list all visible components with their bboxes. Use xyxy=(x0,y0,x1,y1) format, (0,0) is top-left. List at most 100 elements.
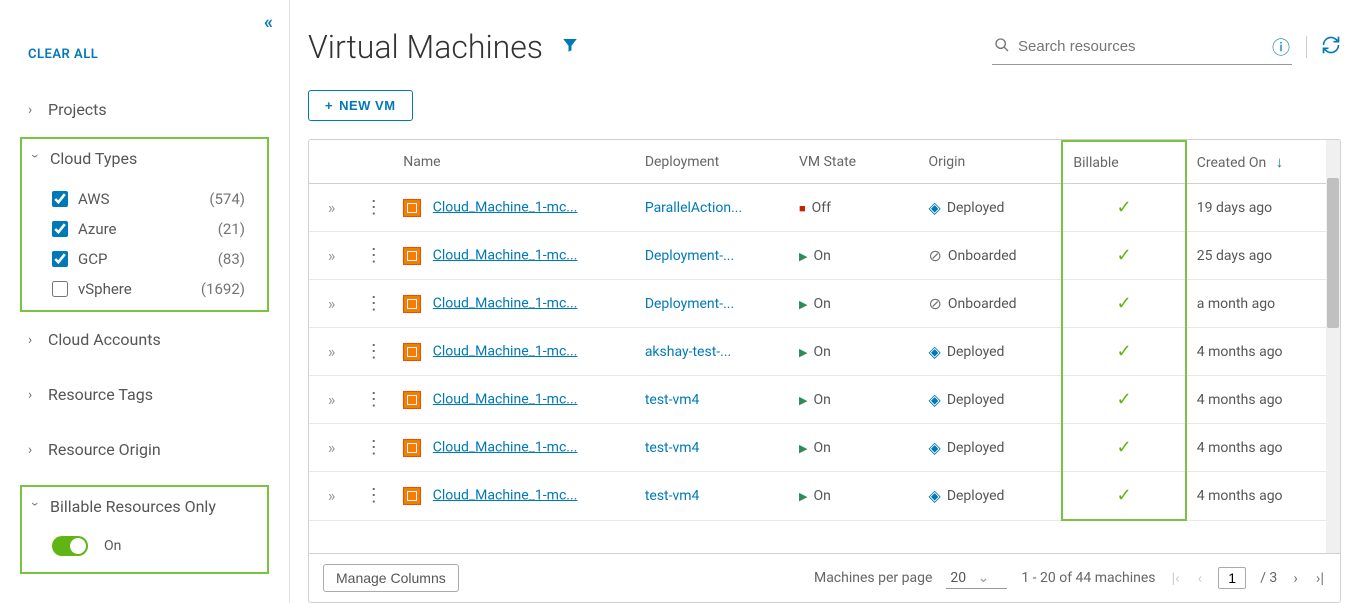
col-billable[interactable]: Billable xyxy=(1062,141,1185,184)
search-box[interactable]: ⓘ xyxy=(992,30,1292,65)
col-state[interactable]: VM State xyxy=(789,141,919,184)
filter-projects[interactable]: › Projects xyxy=(0,90,289,129)
vm-name-link[interactable]: Cloud_Machine_1-mc... xyxy=(433,247,578,263)
expand-row-button[interactable]: » xyxy=(309,328,354,376)
filter-option[interactable]: AWS (574) xyxy=(52,184,267,214)
filter-checkbox[interactable] xyxy=(52,281,68,297)
scrollbar-thumb[interactable] xyxy=(1327,178,1339,328)
vm-name-link[interactable]: Cloud_Machine_1-mc... xyxy=(433,343,578,359)
vm-name-link[interactable]: Cloud_Machine_1-mc... xyxy=(433,487,578,503)
vm-icon xyxy=(403,343,421,361)
deployed-icon: ◈ xyxy=(929,438,941,457)
refresh-icon[interactable] xyxy=(1321,35,1341,60)
filter-option[interactable]: Azure (21) xyxy=(52,214,267,244)
deployment-link[interactable]: akshay-test-... xyxy=(635,328,789,376)
check-icon: ✓ xyxy=(1117,293,1132,314)
filter-resource-origin[interactable]: › Resource Origin xyxy=(0,430,289,469)
vm-name-link[interactable]: Cloud_Machine_1-mc... xyxy=(433,439,578,455)
chevron-down-icon: › xyxy=(27,502,43,512)
scrollbar[interactable] xyxy=(1326,140,1340,553)
vm-table: Name Deployment VM State Origin Billable… xyxy=(309,140,1340,521)
deployment-link[interactable]: ParallelAction... xyxy=(635,184,789,232)
deployment-link[interactable]: test-vm4 xyxy=(635,376,789,424)
row-menu-button[interactable]: ⋮ xyxy=(354,232,393,280)
main-content: Virtual Machines ⓘ + NEW VM xyxy=(290,0,1357,603)
origin: ◈Deployed xyxy=(929,390,1052,409)
filter-option[interactable]: vSphere (1692) xyxy=(52,274,267,304)
row-menu-button[interactable]: ⋮ xyxy=(354,184,393,232)
vm-name-link[interactable]: Cloud_Machine_1-mc... xyxy=(433,199,578,215)
filter-label: Billable Resources Only xyxy=(50,497,216,516)
origin: ◈Deployed xyxy=(929,342,1052,361)
filter-cloud-types[interactable]: › Cloud Types xyxy=(22,139,267,178)
filter-checkbox[interactable] xyxy=(52,191,68,207)
billable-highlight: › Billable Resources Only On xyxy=(20,485,269,574)
row-menu-button[interactable]: ⋮ xyxy=(354,280,393,328)
created-on: 4 months ago xyxy=(1186,328,1340,376)
created-on: 19 days ago xyxy=(1186,184,1340,232)
filter-option-label: vSphere xyxy=(78,280,132,298)
filter-billable-only[interactable]: › Billable Resources Only xyxy=(22,487,267,526)
filter-icon[interactable] xyxy=(561,35,579,59)
check-icon: ✓ xyxy=(1117,245,1132,266)
col-name[interactable]: Name xyxy=(393,141,635,184)
expand-row-button[interactable]: » xyxy=(309,280,354,328)
manage-columns-button[interactable]: Manage Columns xyxy=(323,564,459,592)
vm-name-link[interactable]: Cloud_Machine_1-mc... xyxy=(433,391,578,407)
col-deployment[interactable]: Deployment xyxy=(635,141,789,184)
check-icon: ✓ xyxy=(1117,485,1132,506)
row-menu-button[interactable]: ⋮ xyxy=(354,424,393,472)
prev-page-button[interactable]: ‹ xyxy=(1196,569,1205,587)
check-icon: ✓ xyxy=(1117,341,1132,362)
row-menu-button[interactable]: ⋮ xyxy=(354,376,393,424)
expand-row-button[interactable]: » xyxy=(309,424,354,472)
deployment-link[interactable]: Deployment-... xyxy=(635,232,789,280)
last-page-button[interactable]: ›| xyxy=(1314,569,1326,587)
info-icon[interactable]: ⓘ xyxy=(1272,34,1290,60)
vm-state: On xyxy=(799,248,831,264)
expand-row-button[interactable]: » xyxy=(309,472,354,521)
vm-icon xyxy=(403,295,421,313)
deployment-link[interactable]: test-vm4 xyxy=(635,472,789,521)
row-menu-button[interactable]: ⋮ xyxy=(354,328,393,376)
table-row: » ⋮ Cloud_Machine_1-mc... ParallelAction… xyxy=(309,184,1340,232)
filter-count: (83) xyxy=(218,250,245,268)
deployment-link[interactable]: Deployment-... xyxy=(635,280,789,328)
clear-all-button[interactable]: CLEAR ALL xyxy=(0,33,289,82)
toggle-label: On xyxy=(104,538,121,554)
col-created[interactable]: Created On ↓ xyxy=(1186,141,1340,184)
filter-count: (1692) xyxy=(201,280,245,298)
created-on: 4 months ago xyxy=(1186,376,1340,424)
collapse-sidebar-icon[interactable]: « xyxy=(264,12,273,33)
filter-option-label: AWS xyxy=(78,190,110,208)
col-origin[interactable]: Origin xyxy=(919,141,1063,184)
next-page-button[interactable]: › xyxy=(1291,569,1300,587)
filter-resource-tags[interactable]: › Resource Tags xyxy=(0,375,289,414)
deployed-icon: ◈ xyxy=(929,198,941,217)
new-vm-button[interactable]: + NEW VM xyxy=(308,90,413,121)
first-page-button[interactable]: |‹ xyxy=(1170,569,1182,587)
expand-row-button[interactable]: » xyxy=(309,376,354,424)
filter-option[interactable]: GCP (83) xyxy=(52,244,267,274)
table-row: » ⋮ Cloud_Machine_1-mc... akshay-test-..… xyxy=(309,328,1340,376)
created-on: 25 days ago xyxy=(1186,232,1340,280)
search-input[interactable] xyxy=(1018,38,1272,55)
per-page-select[interactable]: 20 ⌄ xyxy=(946,568,1007,589)
filter-cloud-accounts[interactable]: › Cloud Accounts xyxy=(0,320,289,359)
chevron-right-icon: › xyxy=(28,387,38,403)
filter-checkbox[interactable] xyxy=(52,221,68,237)
deployment-link[interactable]: test-vm4 xyxy=(635,424,789,472)
vm-name-link[interactable]: Cloud_Machine_1-mc... xyxy=(433,295,578,311)
chevron-down-icon: › xyxy=(27,154,43,164)
range-text: 1 - 20 of 44 machines xyxy=(1021,570,1155,586)
vm-icon xyxy=(403,439,421,457)
expand-row-button[interactable]: » xyxy=(309,184,354,232)
filter-option-label: Azure xyxy=(78,220,116,238)
table-row: » ⋮ Cloud_Machine_1-mc... test-vm4 On ◈D… xyxy=(309,424,1340,472)
expand-row-button[interactable]: » xyxy=(309,232,354,280)
filter-checkbox[interactable] xyxy=(52,251,68,267)
row-menu-button[interactable]: ⋮ xyxy=(354,472,393,521)
deployed-icon: ◈ xyxy=(929,390,941,409)
billable-toggle[interactable] xyxy=(52,536,88,556)
page-input[interactable] xyxy=(1218,567,1246,589)
